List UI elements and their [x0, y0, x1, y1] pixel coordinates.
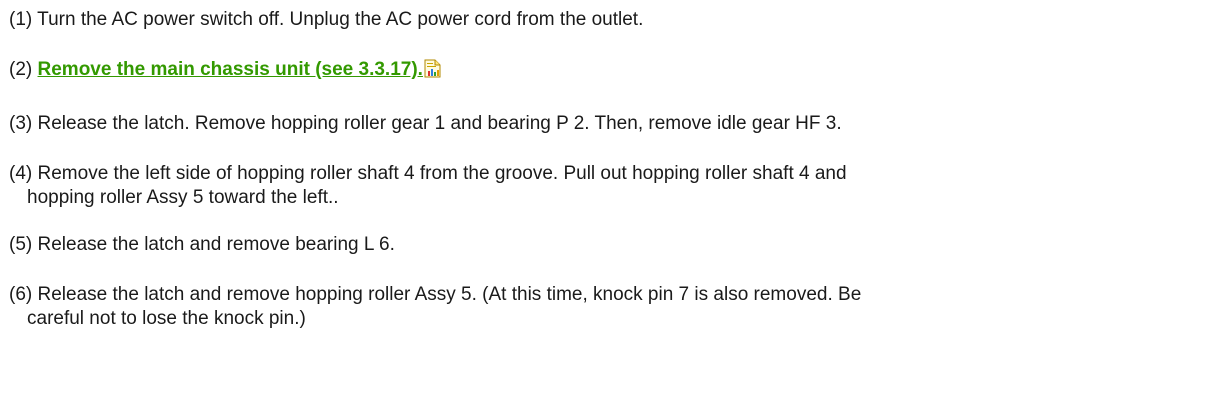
remove-main-chassis-link[interactable]: Remove the main chassis unit (see 3.3.17…	[38, 59, 423, 80]
step-2: (2) Remove the main chassis unit (see 3.…	[9, 58, 1199, 82]
step-4: (4) Remove the left side of hopping roll…	[9, 162, 1199, 210]
step-number: (1)	[9, 9, 33, 30]
step-number: (5)	[9, 234, 33, 255]
step-text-line1: Release the latch and remove hopping rol…	[37, 284, 862, 305]
step-number: (4)	[9, 163, 33, 184]
step-1: (1) Turn the AC power switch off. Unplug…	[9, 8, 1199, 32]
step-text-line2: careful not to lose the knock pin.)	[27, 308, 306, 329]
step-text-line2: hopping roller Assy 5 toward the left..	[27, 187, 339, 208]
step-6: (6) Release the latch and remove hopping…	[9, 283, 1199, 331]
step-text: Release the latch. Remove hopping roller…	[37, 113, 842, 134]
step-number: (6)	[9, 284, 33, 305]
step-text: Release the latch and remove bearing L 6…	[37, 234, 395, 255]
document-chart-icon[interactable]	[424, 59, 441, 78]
step-text-line1: Remove the left side of hopping roller s…	[37, 163, 847, 184]
step-text: Turn the AC power switch off. Unplug the…	[37, 9, 644, 30]
step-5: (5) Release the latch and remove bearing…	[9, 233, 1199, 257]
step-3: (3) Release the latch. Remove hopping ro…	[9, 112, 1199, 136]
step-number: (3)	[9, 113, 33, 134]
step-number: (2)	[9, 59, 33, 80]
